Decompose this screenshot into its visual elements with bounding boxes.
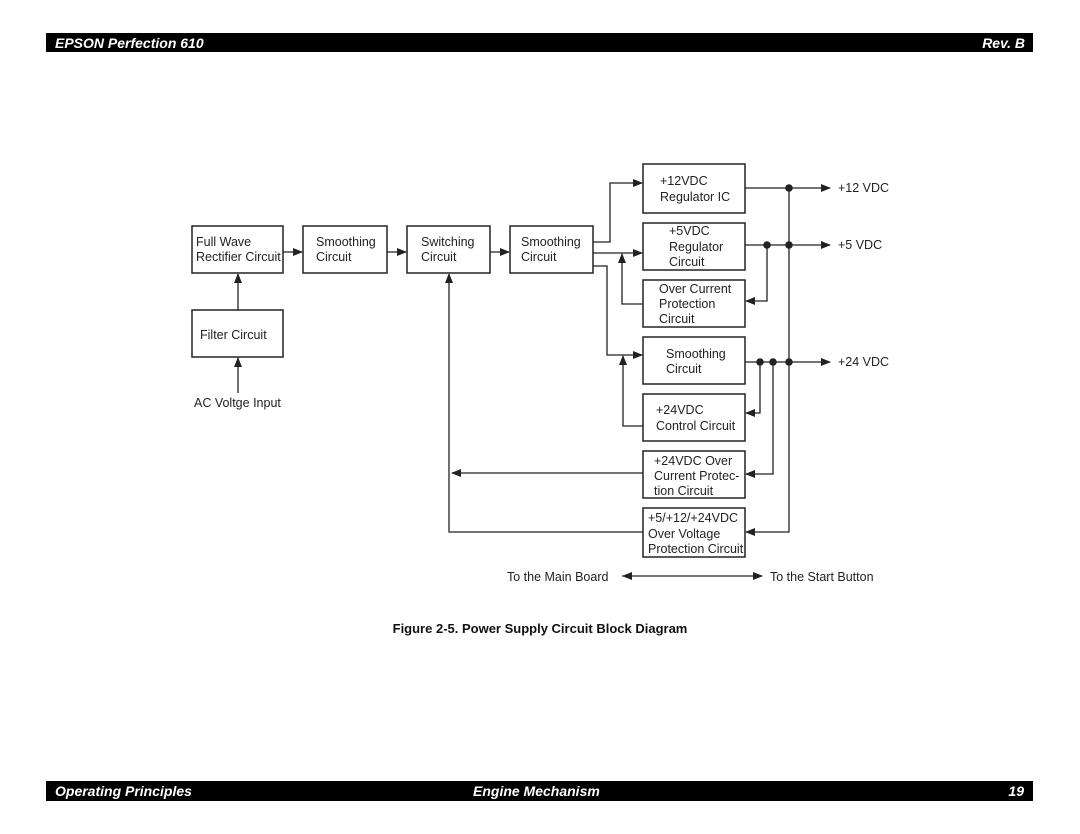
block-full-wave-rectifier: Full Wave Rectifier Circuit (191, 225, 284, 274)
block-label: +5/+12/+24VDC (648, 511, 738, 525)
footer-page-number: 19 (1008, 783, 1024, 799)
block-24vdc-control-circuit: +24VDC Control Circuit (642, 393, 746, 442)
block-switching-circuit: Switching Circuit (406, 225, 491, 274)
arrow-bus-to-over-voltage (745, 188, 790, 536)
block-label: Smoothing (521, 235, 581, 249)
block-label: Smoothing (316, 235, 376, 249)
junction-dot (769, 358, 777, 366)
junction-dot (756, 358, 764, 366)
block-label: Protection (659, 297, 715, 311)
block-label: +5VDC (669, 224, 710, 238)
arrow-5v-to-overcurrent (745, 245, 768, 305)
block-label: Circuit (666, 362, 702, 376)
block-label: Regulator IC (660, 190, 730, 204)
arrow-feedback-to-switching (445, 273, 643, 533)
block-label: Rectifier Circuit (196, 250, 281, 264)
junction-dot (763, 241, 771, 249)
block-over-current-protection: Over Current Protection Circuit (642, 279, 746, 328)
block-label: Filter Circuit (200, 328, 267, 342)
junction-dot (785, 241, 793, 249)
block-label: Protection Circuit (648, 542, 744, 556)
block-smoothing-circuit-2: Smoothing Circuit (509, 225, 594, 274)
label-out-24v: +24 VDC (838, 355, 889, 369)
block-label: Circuit (316, 250, 352, 264)
footer-section: Operating Principles (55, 783, 192, 799)
block-label: Over Current (659, 282, 732, 296)
block-24vdc-over-current-protection: +24VDC Over Current Protec- tion Circuit (642, 450, 746, 499)
block-label: Control Circuit (656, 419, 736, 433)
block-label: Full Wave (196, 235, 251, 249)
label-out-12v: +12 VDC (838, 181, 889, 195)
arrow-overcurrent-feedback (618, 253, 643, 305)
power-supply-block-diagram: Full Wave Rectifier Circuit Smoothing Ci… (191, 163, 889, 584)
arrowhead-left (622, 572, 632, 580)
block-smoothing-circuit-1: Smoothing Circuit (302, 225, 388, 274)
block-label: Circuit (521, 250, 557, 264)
block-12vdc-regulator-ic: +12VDC Regulator IC (642, 163, 746, 214)
arrow-to-12v-regulator (593, 179, 643, 243)
block-label: Regulator (669, 240, 723, 254)
arrow-24v-to-control (745, 362, 761, 417)
label-main-board: To the Main Board (507, 570, 608, 584)
block-filter-circuit: Filter Circuit (191, 309, 284, 358)
block-label: Smoothing (666, 347, 726, 361)
label-out-5v: +5 VDC (838, 238, 882, 252)
block-smoothing-circuit-3: Smoothing Circuit (642, 336, 746, 385)
junction-dot (785, 358, 793, 366)
footer-chapter: Engine Mechanism (473, 783, 600, 799)
label-start-button: To the Start Button (770, 570, 874, 584)
block-label: +24VDC Over (654, 454, 732, 468)
block-label: Circuit (659, 312, 695, 326)
block-label: tion Circuit (654, 484, 714, 498)
block-label: +12VDC (660, 174, 708, 188)
block-label: Switching (421, 235, 475, 249)
junction-dot (785, 184, 793, 192)
block-5vdc-regulator-circuit: +5VDC Regulator Circuit (642, 222, 746, 271)
block-label: +24VDC (656, 403, 704, 417)
arrow-to-smoothing-3 (593, 265, 643, 359)
block-label: Current Protec- (654, 469, 739, 483)
block-label: Circuit (669, 255, 705, 269)
block-label: Over Voltage (648, 527, 720, 541)
arrow-24v-control-feedback (619, 355, 643, 427)
block-over-voltage-protection: +5/+12/+24VDC Over Voltage Protection Ci… (642, 507, 746, 558)
label-ac-input: AC Voltge Input (194, 396, 281, 410)
figure-caption: Figure 2-5. Power Supply Circuit Block D… (392, 621, 688, 636)
page-footer: Operating Principles Engine Mechanism 19 (46, 781, 1033, 801)
block-label: Circuit (421, 250, 457, 264)
